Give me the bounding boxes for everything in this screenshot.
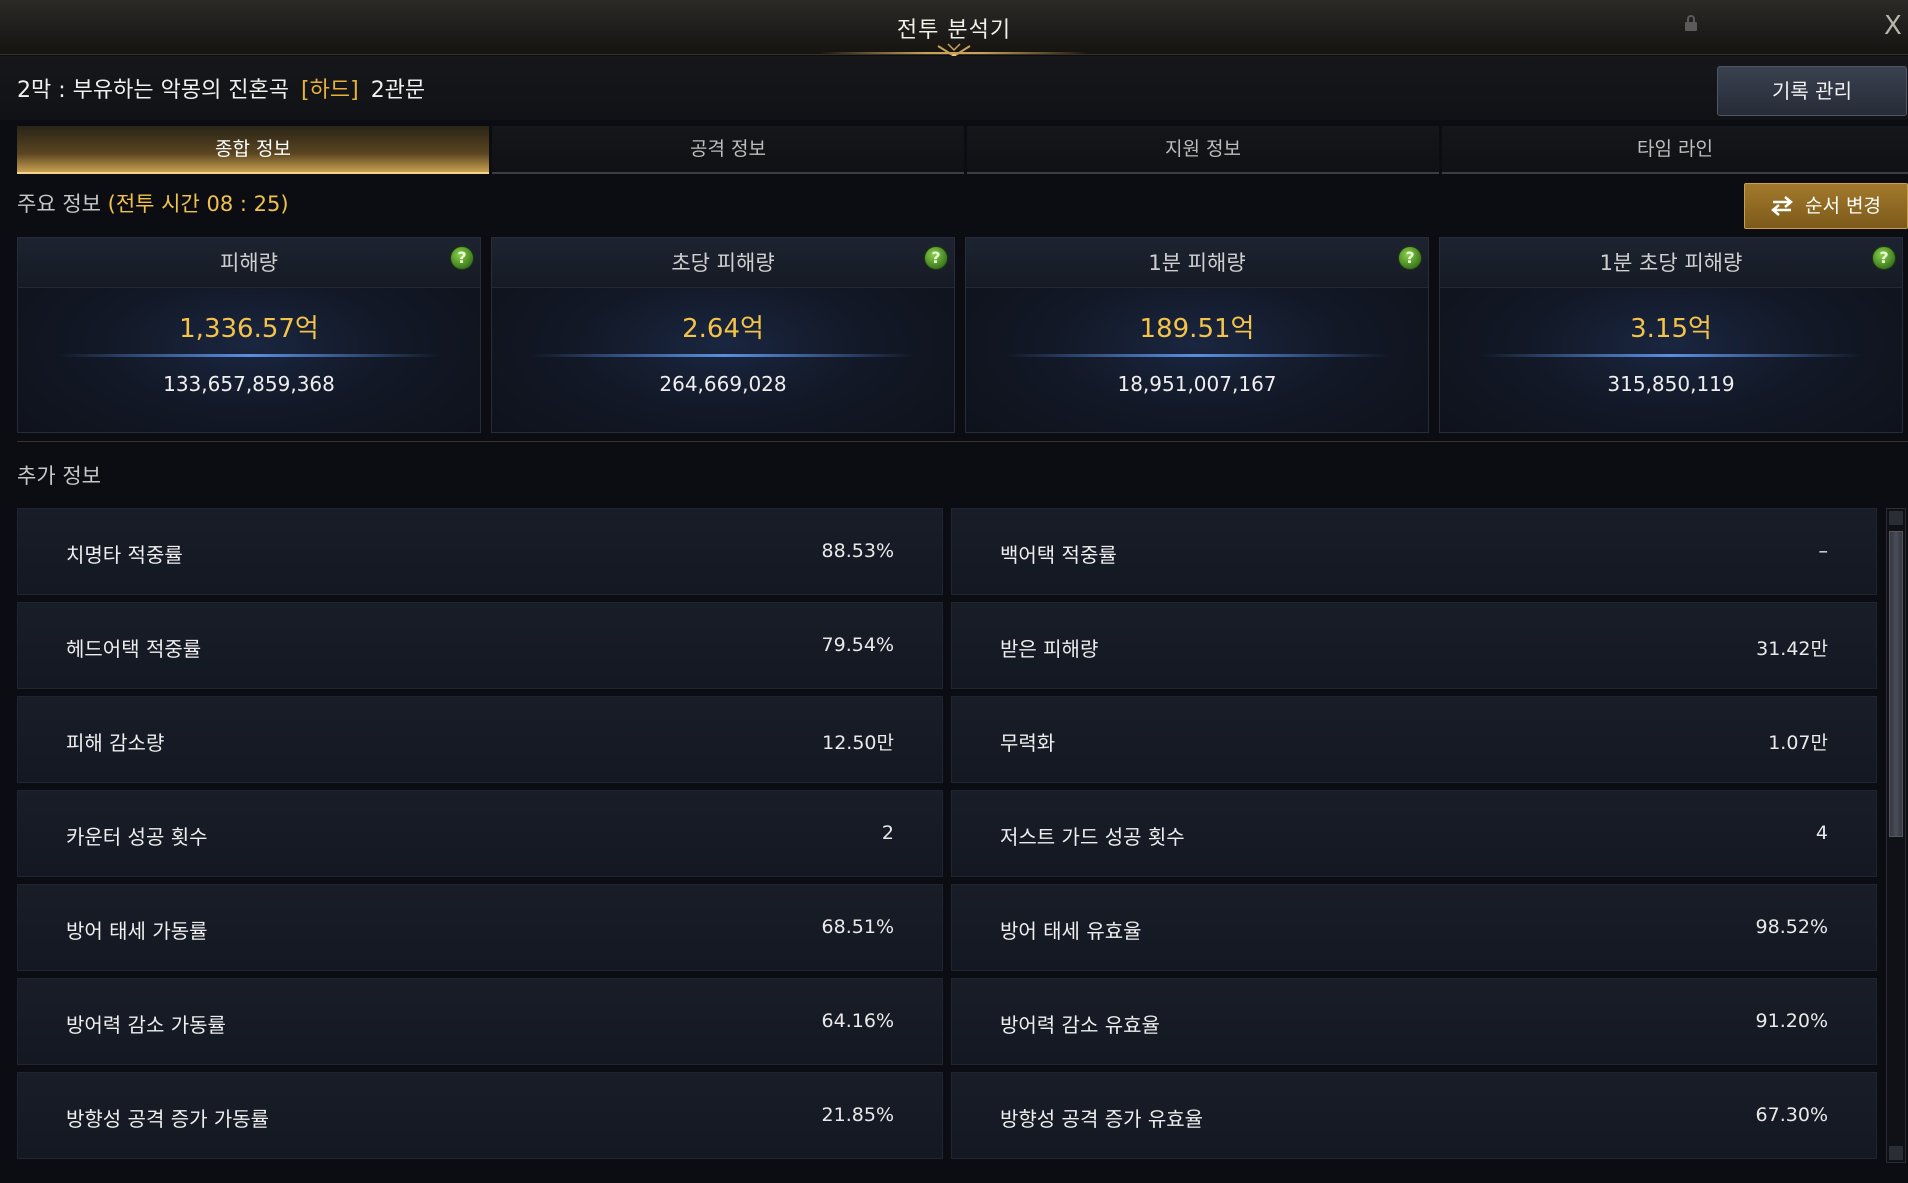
tab-timeline[interactable]: 타임 라인	[1442, 126, 1908, 174]
stat-row: 방향성 공격 증가 유효율 67.30%	[951, 1072, 1877, 1159]
tab-support[interactable]: 지원 정보	[967, 126, 1439, 174]
card-glow	[1480, 354, 1862, 357]
tab-attack[interactable]: 공격 정보	[492, 126, 964, 174]
stat-row: 받은 피해량 31.42만	[951, 602, 1877, 689]
card-value: 3.15억	[1630, 314, 1712, 344]
swap-icon	[1771, 196, 1793, 216]
card-title: 1분 초당 피해량	[1440, 238, 1902, 288]
stat-label: 방향성 공격 증가 유효율	[1000, 1107, 1204, 1131]
stat-label: 치명타 적중률	[66, 543, 183, 567]
scrollbar[interactable]	[1886, 508, 1906, 1163]
stat-value: 1.07만	[1768, 732, 1828, 754]
card-glow	[1006, 354, 1388, 357]
scroll-down-icon[interactable]	[1889, 1146, 1903, 1160]
stat-label: 방어력 감소 유효율	[1000, 1013, 1160, 1037]
stat-row: 방향성 공격 증가 가동률 21.85%	[17, 1072, 943, 1159]
card-raw-value: 315,850,119	[1607, 372, 1735, 396]
stage-name: 2막 : 부유하는 악몽의 진혼곡	[17, 78, 290, 103]
card-raw-value: 133,657,859,368	[163, 372, 335, 396]
change-order-button[interactable]: 순서 변경	[1744, 183, 1908, 229]
main-info-title: 주요 정보	[17, 192, 101, 216]
card-value: 189.51억	[1139, 314, 1255, 344]
main-info-cards: 피해량 ? 1,336.57억 133,657,859,368 초당 피해량 ?…	[17, 237, 1908, 433]
stat-row: 백어택 적중률 –	[951, 508, 1877, 595]
card-title: 1분 피해량	[966, 238, 1428, 288]
scroll-thumb[interactable]	[1889, 531, 1903, 837]
stat-value: –	[1818, 540, 1829, 562]
stat-value: 91.20%	[1755, 1010, 1828, 1032]
extra-info-label: 추가 정보	[17, 464, 101, 488]
battle-time: (전투 시간 08 : 25)	[107, 192, 289, 216]
stat-label: 백어택 적중률	[1000, 543, 1117, 567]
change-order-label: 순서 변경	[1805, 195, 1881, 217]
stat-value: 31.42만	[1756, 638, 1828, 660]
stat-label: 방어 태세 유효율	[1000, 919, 1142, 943]
stat-value: 67.30%	[1755, 1104, 1828, 1126]
help-icon[interactable]: ?	[1872, 246, 1896, 270]
help-icon[interactable]: ?	[450, 246, 474, 270]
card-glow	[58, 354, 440, 357]
stat-label: 무력화	[1000, 731, 1056, 755]
card-1min-damage: 1분 피해량 ? 189.51억 18,951,007,167	[965, 237, 1429, 433]
stat-row: 카운터 성공 횟수 2	[17, 790, 943, 877]
card-title: 초당 피해량	[492, 238, 954, 288]
tab-bar: 종합 정보 공격 정보 지원 정보 타임 라인	[17, 126, 1908, 174]
card-1min-dps: 1분 초당 피해량 ? 3.15억 315,850,119	[1439, 237, 1903, 433]
stat-label: 카운터 성공 횟수	[66, 825, 208, 849]
stat-row: 방어 태세 유효율 98.52%	[951, 884, 1877, 971]
close-icon[interactable]: X	[1884, 12, 1908, 40]
stat-value: 98.52%	[1755, 916, 1828, 938]
card-raw-value: 264,669,028	[659, 372, 787, 396]
lock-icon[interactable]	[1682, 14, 1700, 32]
card-dps: 초당 피해량 ? 2.64억 264,669,028	[491, 237, 955, 433]
stat-row: 헤드어택 적중률 79.54%	[17, 602, 943, 689]
stat-value: 64.16%	[821, 1010, 894, 1032]
stat-label: 받은 피해량	[1000, 637, 1099, 661]
stat-value: 12.50만	[822, 732, 894, 754]
help-icon[interactable]: ?	[924, 246, 948, 270]
stat-value: 21.85%	[821, 1104, 894, 1126]
record-manage-button[interactable]: 기록 관리	[1717, 66, 1907, 116]
stat-row: 방어력 감소 가동률 64.16%	[17, 978, 943, 1065]
stat-row: 피해 감소량 12.50만	[17, 696, 943, 783]
stat-row: 무력화 1.07만	[951, 696, 1877, 783]
stat-value: 79.54%	[821, 634, 894, 656]
card-title: 피해량	[18, 238, 480, 288]
stage-title: 2막 : 부유하는 악몽의 진혼곡 [하드] 2관문	[17, 72, 425, 104]
card-glow	[532, 354, 914, 357]
extra-info-grid: 치명타 적중률 88.53% 헤드어택 적중률 79.54% 피해 감소량 12…	[17, 508, 1881, 1163]
help-icon[interactable]: ?	[1398, 246, 1422, 270]
section-divider	[17, 441, 1908, 442]
card-value: 2.64억	[682, 314, 764, 344]
stat-value: 88.53%	[821, 540, 894, 562]
stat-label: 피해 감소량	[66, 731, 165, 755]
stat-label: 헤드어택 적중률	[66, 637, 202, 661]
title-bar: 전투 분석기 X	[0, 0, 1908, 58]
tab-overview[interactable]: 종합 정보	[17, 126, 489, 174]
stat-label: 저스트 가드 성공 횟수	[1000, 825, 1185, 849]
difficulty-badge: [하드]	[301, 78, 359, 103]
card-value: 1,336.57억	[179, 314, 319, 344]
stat-label: 방향성 공격 증가 가동률	[66, 1107, 270, 1131]
stat-row: 저스트 가드 성공 횟수 4	[951, 790, 1877, 877]
stat-row: 방어 태세 가동률 68.51%	[17, 884, 943, 971]
stat-row: 방어력 감소 유효율 91.20%	[951, 978, 1877, 1065]
stat-label: 방어력 감소 가동률	[66, 1013, 226, 1037]
card-raw-value: 18,951,007,167	[1117, 372, 1277, 396]
gate-label: 2관문	[370, 78, 426, 103]
stat-row: 치명타 적중률 88.53%	[17, 508, 943, 595]
stat-value: 4	[1815, 822, 1828, 844]
scroll-up-icon[interactable]	[1889, 511, 1903, 525]
main-info-label: 주요 정보 (전투 시간 08 : 25)	[17, 188, 289, 218]
raid-header: 2막 : 부유하는 악몽의 진혼곡 [하드] 2관문 기록 관리	[0, 56, 1908, 120]
card-damage: 피해량 ? 1,336.57억 133,657,859,368	[17, 237, 481, 433]
stat-label: 방어 태세 가동률	[66, 919, 208, 943]
stat-value: 68.51%	[821, 916, 894, 938]
stat-value: 2	[881, 822, 894, 844]
